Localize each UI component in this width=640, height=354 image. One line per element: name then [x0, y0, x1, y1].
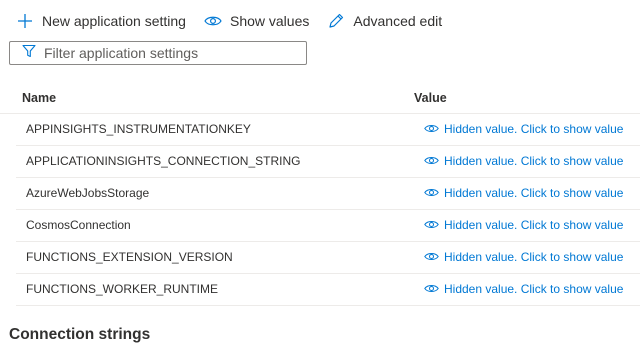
setting-name: FUNCTIONS_EXTENSION_VERSION	[26, 250, 233, 264]
hidden-value-link[interactable]: Hidden value. Click to show value	[424, 281, 623, 296]
hidden-value-link[interactable]: Hidden value. Click to show value	[424, 217, 623, 232]
table-row[interactable]: CosmosConnection Hidden value. Click to …	[16, 210, 640, 242]
table-row[interactable]: APPINSIGHTS_INSTRUMENTATIONKEY Hidden va…	[16, 114, 640, 146]
eye-icon	[424, 185, 439, 200]
hidden-value-link[interactable]: Hidden value. Click to show value	[424, 153, 623, 168]
table-row[interactable]: FUNCTIONS_EXTENSION_VERSION Hidden value…	[16, 242, 640, 274]
setting-name: FUNCTIONS_WORKER_RUNTIME	[26, 282, 219, 296]
hidden-value-link[interactable]: Hidden value. Click to show value	[424, 249, 623, 264]
hidden-value-text: Hidden value. Click to show value	[444, 153, 624, 168]
new-application-setting-button[interactable]: New application setting	[16, 8, 186, 34]
filter-box	[9, 41, 307, 65]
show-values-label: Show values	[229, 13, 310, 29]
hidden-value-text: Hidden value. Click to show value	[444, 217, 624, 232]
setting-name: APPINSIGHTS_INSTRUMENTATIONKEY	[26, 122, 251, 136]
hidden-value-link[interactable]: Hidden value. Click to show value	[424, 185, 623, 200]
eye-icon	[424, 121, 439, 136]
advanced-edit-button[interactable]: Advanced edit	[327, 8, 442, 34]
plus-icon	[16, 12, 34, 30]
setting-name: APPLICATIONINSIGHTS_CONNECTION_STRING	[26, 154, 301, 168]
pencil-icon	[327, 12, 345, 30]
hidden-value-text: Hidden value. Click to show value	[444, 249, 624, 264]
eye-icon	[424, 281, 439, 296]
show-values-button[interactable]: Show values	[204, 8, 309, 34]
advanced-edit-label: Advanced edit	[353, 13, 443, 29]
table-row[interactable]: APPLICATIONINSIGHTS_CONNECTION_STRING Hi…	[16, 146, 640, 178]
column-header-value[interactable]: Value	[414, 91, 447, 105]
table-row[interactable]: FUNCTIONS_WORKER_RUNTIME Hidden value. C…	[16, 274, 640, 306]
hidden-value-link[interactable]: Hidden value. Click to show value	[424, 121, 623, 136]
filter-input[interactable]	[44, 45, 294, 61]
new-application-setting-label: New application setting	[42, 13, 186, 29]
connection-strings-heading: Connection strings	[9, 326, 151, 343]
command-bar: New application setting Show values Adva…	[16, 8, 442, 34]
hidden-value-text: Hidden value. Click to show value	[444, 121, 624, 136]
funnel-icon	[22, 44, 36, 63]
eye-icon	[204, 12, 222, 30]
column-header-name[interactable]: Name	[22, 91, 56, 105]
hidden-value-text: Hidden value. Click to show value	[444, 185, 624, 200]
eye-icon	[424, 217, 439, 232]
hidden-value-text: Hidden value. Click to show value	[444, 281, 624, 296]
app-settings-table: Name Value APPINSIGHTS_INSTRUMENTATIONKE…	[0, 84, 640, 306]
eye-icon	[424, 249, 439, 264]
setting-name: CosmosConnection	[26, 218, 131, 232]
eye-icon	[424, 153, 439, 168]
table-header: Name Value	[0, 84, 640, 114]
setting-name: AzureWebJobsStorage	[26, 186, 150, 200]
table-row[interactable]: AzureWebJobsStorage Hidden value. Click …	[16, 178, 640, 210]
